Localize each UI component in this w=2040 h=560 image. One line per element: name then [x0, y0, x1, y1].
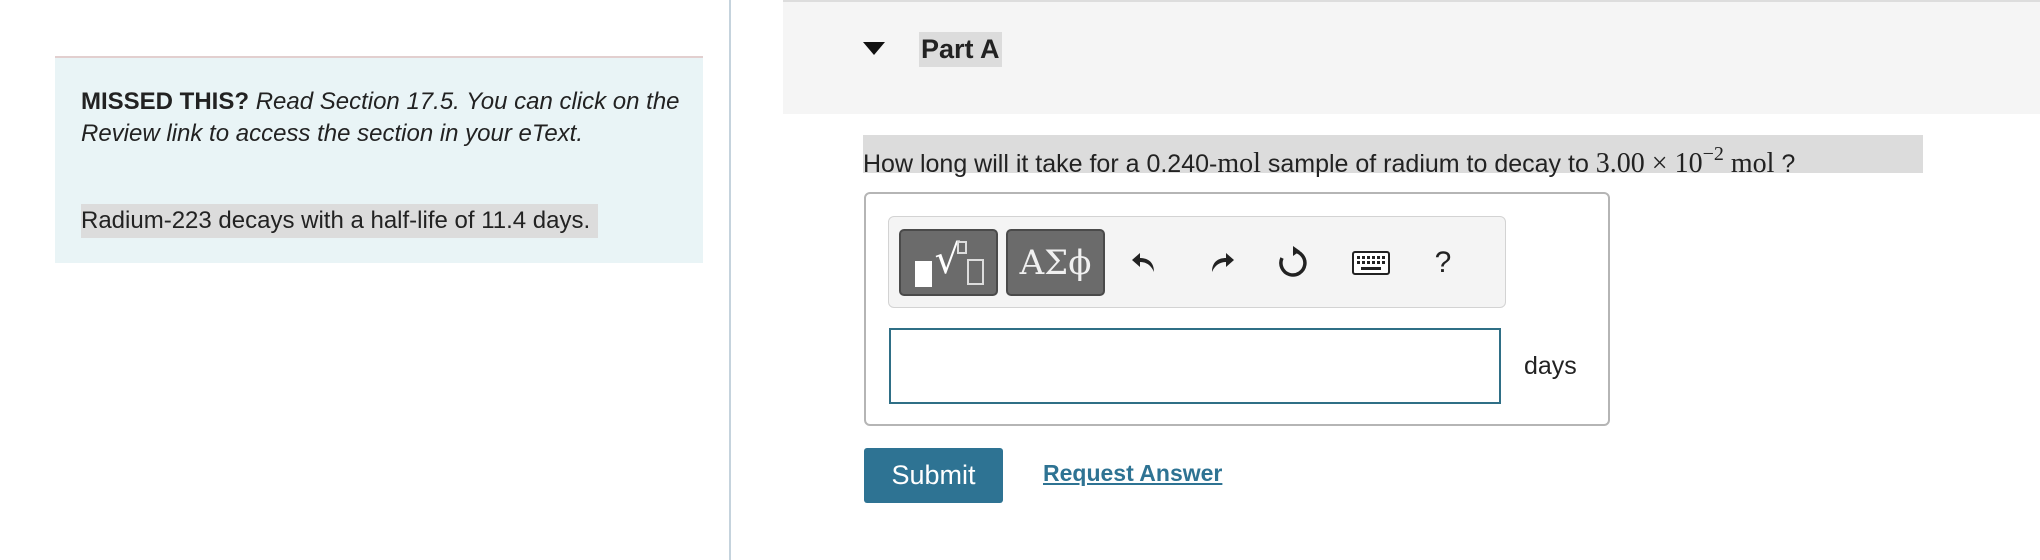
part-title: Part A — [919, 32, 1002, 67]
greek-letters-icon: ΑΣϕ — [1019, 242, 1092, 283]
half-life-fact: Radium-223 decays with a half-life of 11… — [81, 204, 599, 238]
reset-icon — [1279, 246, 1307, 277]
caret-down-icon[interactable] — [863, 42, 885, 55]
right-pane: Part A How long will it take for a 0.240… — [731, 0, 2040, 560]
unit-label: days — [1524, 352, 1577, 380]
reset-button[interactable] — [1269, 237, 1317, 289]
answer-box: √ ΑΣϕ ? days — [864, 192, 1610, 426]
question-suffix: ? — [1774, 150, 1796, 178]
hint-box: MISSED THIS? Read Section 17.5. You can … — [55, 56, 703, 263]
undo-icon — [1132, 253, 1154, 272]
greek-letters-button[interactable]: ΑΣϕ — [1006, 229, 1105, 296]
help-icon: ? — [1434, 246, 1452, 279]
math-toolbar: √ ΑΣϕ ? — [888, 216, 1506, 308]
question-prefix: How long will it take for a 0.240- — [863, 150, 1218, 178]
question-value: 3.00 × 10 — [1595, 148, 1703, 179]
undo-button[interactable] — [1121, 237, 1169, 289]
redo-button[interactable] — [1197, 237, 1245, 289]
help-button[interactable]: ? — [1419, 237, 1467, 289]
submit-button[interactable]: Submit — [864, 448, 1003, 503]
question-exponent: −2 — [1702, 143, 1724, 165]
templates-icon: √ — [911, 237, 987, 287]
keyboard-button[interactable] — [1347, 237, 1395, 289]
request-answer-link[interactable]: Request Answer — [1043, 460, 1222, 487]
question-middle: sample of radium to decay to — [1260, 150, 1596, 178]
part-header[interactable]: Part A — [783, 0, 2040, 114]
question-text: How long will it take for a 0.240-mol sa… — [863, 135, 1923, 179]
templates-button[interactable]: √ — [899, 229, 998, 296]
answer-input[interactable] — [889, 328, 1501, 404]
hint-text: MISSED THIS? Read Section 17.5. You can … — [81, 86, 681, 150]
missed-label: MISSED THIS? — [81, 88, 250, 115]
keyboard-icon — [1352, 251, 1390, 275]
question-unit-2: mol — [1730, 148, 1775, 179]
left-pane: MISSED THIS? Read Section 17.5. You can … — [0, 0, 729, 560]
redo-icon — [1212, 253, 1234, 272]
question-unit-1: mol — [1217, 148, 1261, 179]
